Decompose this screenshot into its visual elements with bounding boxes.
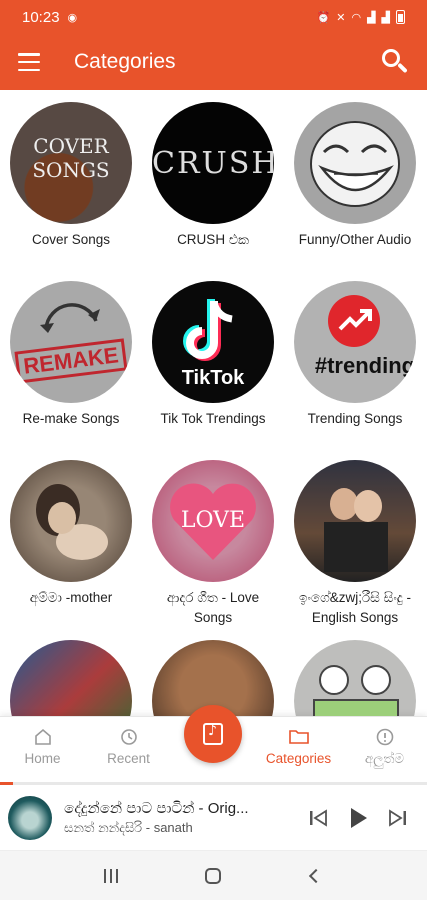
search-icon[interactable]	[381, 48, 409, 76]
history-icon	[86, 727, 171, 749]
app-bar: Categories	[0, 34, 427, 90]
wifi-icon: ◠	[351, 10, 362, 24]
category-thumbnail[interactable]: LOVE	[152, 460, 274, 582]
category-card[interactable]: අම්මා -mother	[0, 460, 142, 608]
cartoon-image	[313, 665, 399, 716]
category-card[interactable]	[284, 640, 426, 716]
app-notification-icon: ◉	[67, 10, 78, 24]
home-icon[interactable]	[201, 864, 225, 888]
nav-recent[interactable]: Recent	[86, 727, 171, 766]
category-thumbnail[interactable]	[10, 640, 132, 716]
category-label: ඉංගේ&zwj;රීසි සිංදු - English Songs	[299, 590, 411, 625]
page-title: Categories	[74, 50, 176, 73]
category-thumbnail[interactable]	[10, 460, 132, 582]
nav-label: Recent	[107, 751, 150, 766]
nav-home[interactable]: Home	[0, 727, 85, 766]
category-thumbnail[interactable]	[294, 102, 416, 224]
category-card[interactable]: CRUSH CRUSH එක	[142, 102, 284, 250]
category-thumbnail[interactable]: CRUSH	[152, 102, 274, 224]
nav-label: අලුත්ම	[364, 751, 405, 766]
category-label: Cover Songs	[31, 232, 111, 247]
mini-player[interactable]: දේදුන්නේ පාට පාටින් - Orig... සනත් නන්දස…	[0, 785, 427, 851]
category-card[interactable]: LOVE ආදර ගීත - Love Songs	[142, 460, 284, 628]
nav-new[interactable]: අලුත්ම	[342, 727, 427, 767]
thumbnail-art-text: LOVE	[180, 508, 246, 533]
thumbnail-art-text: TikTok	[181, 367, 245, 389]
category-label: ආදර ගීත - Love Songs	[166, 590, 260, 625]
hamburger-icon[interactable]	[18, 53, 40, 71]
category-label: Funny/Other Audio	[298, 232, 412, 247]
category-label: Trending Songs	[307, 411, 403, 426]
category-card[interactable]: Funny/Other Audio	[284, 102, 426, 250]
signal-icon: ▟	[367, 10, 376, 24]
nav-label: Categories	[265, 751, 332, 766]
category-label: Re-make Songs	[22, 411, 120, 426]
category-thumbnail[interactable]: #trending	[294, 281, 416, 403]
category-label: CRUSH එක	[177, 232, 249, 247]
category-label: අම්මා -mother	[29, 590, 113, 605]
trollface-icon	[310, 121, 400, 207]
category-grid: COVER SONGS Cover Songs CRUSH CRUSH එක Fu…	[0, 90, 427, 716]
folder-icon	[256, 727, 341, 749]
category-thumbnail[interactable]: TikTok	[152, 281, 274, 403]
thumbnail-art-text: #trending	[314, 353, 416, 378]
recents-icon[interactable]	[99, 864, 123, 888]
category-label: Tik Tok Trendings	[160, 411, 266, 426]
bottom-navigation: Home Recent Categories අලුත්ම	[0, 705, 427, 782]
category-card[interactable]: ඉංගේ&zwj;රීසි සිංදු - English Songs	[284, 460, 426, 628]
nav-categories[interactable]: Categories	[256, 727, 341, 766]
category-thumbnail[interactable]	[294, 640, 416, 716]
music-library-button[interactable]	[184, 705, 242, 763]
category-card[interactable]: REMAKE Re-make Songs	[0, 281, 142, 429]
category-card[interactable]: #trending Trending Songs	[284, 281, 426, 429]
track-artist: සනත් නන්දසිරි - sanath	[64, 819, 193, 835]
category-thumbnail[interactable]: REMAKE	[10, 281, 132, 403]
category-card[interactable]: COVER SONGS Cover Songs	[0, 102, 142, 250]
trending-arrow-icon	[328, 295, 380, 347]
track-title: දේදුන්නේ පාට පාටින් - Orig...	[64, 799, 249, 817]
mute-icon: ✕	[336, 10, 346, 24]
battery-icon	[396, 10, 405, 24]
music-library-icon	[203, 723, 223, 745]
album-art[interactable]	[8, 795, 52, 840]
next-icon[interactable]	[387, 807, 409, 829]
new-icon	[342, 727, 427, 749]
status-icons: ⏰ ✕ ◠ ▟ ▟	[317, 10, 405, 24]
status-time: 10:23	[22, 8, 60, 26]
thumbnail-art-text: CRUSH	[152, 146, 274, 181]
status-bar: 10:23 ◉ ⏰ ✕ ◠ ▟ ▟	[0, 0, 427, 34]
back-icon[interactable]	[304, 864, 328, 888]
system-navigation-bar	[0, 851, 427, 900]
home-icon	[0, 727, 85, 749]
mother-baby-image	[36, 484, 108, 560]
play-icon[interactable]	[347, 807, 369, 829]
category-thumbnail[interactable]	[294, 460, 416, 582]
alarm-icon: ⏰	[316, 10, 331, 24]
thumbnail-art-text: COVER SONGS	[32, 134, 110, 182]
couple-image	[324, 488, 388, 572]
player-controls	[307, 807, 419, 829]
category-card[interactable]	[0, 640, 142, 716]
signal-icon: ▟	[381, 10, 390, 24]
category-card[interactable]: TikTok Tik Tok Trendings	[142, 281, 284, 429]
previous-icon[interactable]	[307, 807, 329, 829]
track-info[interactable]: දේදුන්නේ පාට පාටින් - Orig... සනත් නන්දස…	[64, 800, 294, 836]
category-thumbnail[interactable]: COVER SONGS	[10, 102, 132, 224]
nav-label: Home	[24, 751, 61, 766]
